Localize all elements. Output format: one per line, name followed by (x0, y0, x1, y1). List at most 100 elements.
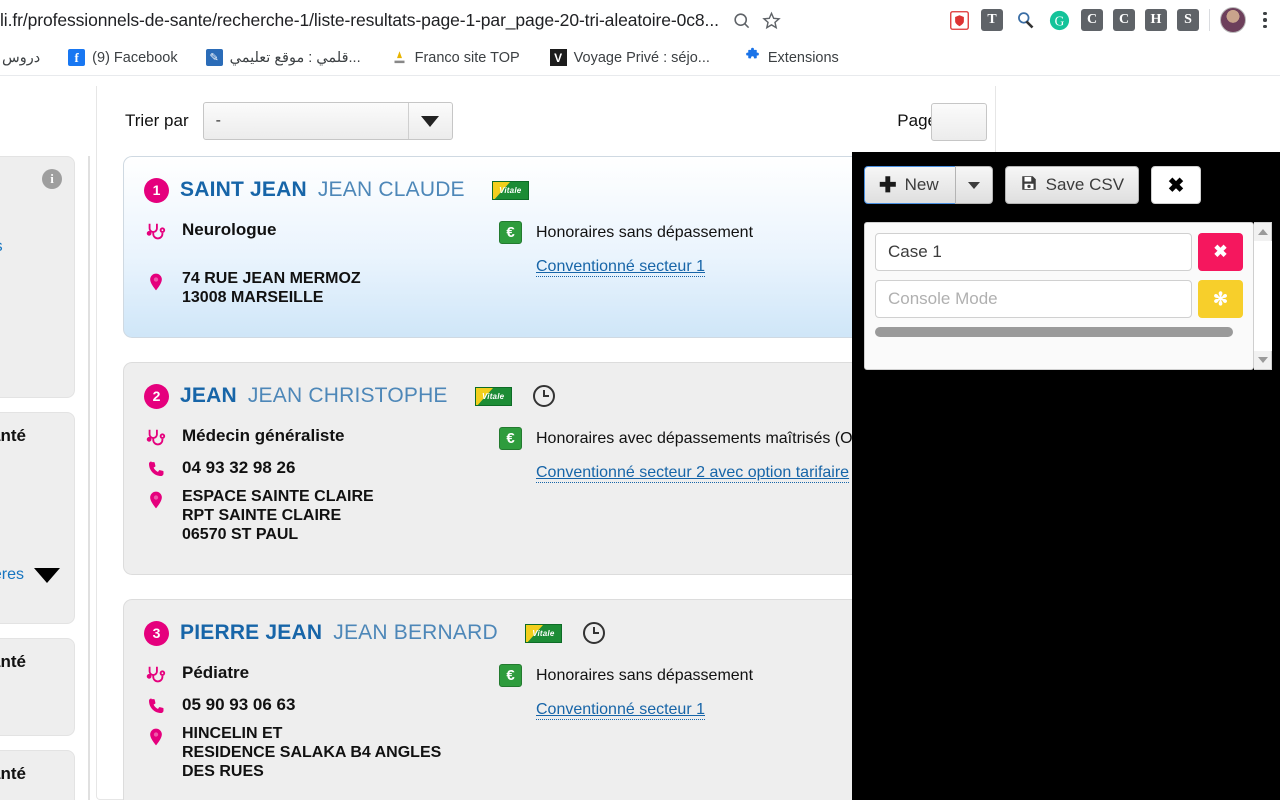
avatar[interactable] (1220, 7, 1246, 33)
scrollbar-track[interactable] (1254, 241, 1272, 351)
doctor-card[interactable]: 2 JEAN JEAN CHRISTOPHE Vitale Médecin gé… (123, 362, 969, 575)
extension-case-list: ✖ ✻ (864, 222, 1254, 370)
doctor-address: 74 RUE JEAN MERMOZ 13008 MARSEILLE (182, 270, 361, 306)
sidebar-card-sante-3[interactable]: Professionnels santé (0, 750, 75, 800)
results-toolbar: Trier par - Page (97, 86, 995, 156)
save-csv-button[interactable]: Save CSV (1004, 166, 1140, 204)
t-extension-icon[interactable]: T (981, 9, 1003, 31)
vitale-badge: Vitale (474, 386, 512, 406)
grammarly-extension-icon[interactable]: G (1047, 8, 1071, 32)
doctor-card[interactable]: 3 PIERRE JEAN JEAN BERNARD Vitale Pédiat… (123, 599, 969, 800)
bookmark-label: Franco site TOP (414, 49, 520, 66)
voyage-favicon: V (549, 49, 567, 66)
case-name-input[interactable] (875, 233, 1192, 271)
scrollbar-up-arrow-icon[interactable] (1254, 223, 1272, 241)
console-mode-input[interactable] (875, 280, 1192, 318)
clock-icon[interactable] (582, 622, 605, 644)
specialty-row: Pédiatre (144, 662, 499, 686)
svg-text:G: G (1054, 13, 1064, 28)
location-pin-icon (144, 269, 168, 293)
extension-icons: T G C C H S (947, 0, 1274, 40)
doctor-specialty: Neurologue (182, 220, 277, 239)
bookmarks-bar: دروس f (9) Facebook ✎ قلمي : موقع تعليمي… (0, 40, 1280, 76)
rank-badge: 3 (144, 620, 169, 646)
doctor-phone[interactable]: 04 93 32 98 26 (182, 457, 295, 479)
doctor-card-left-column: Neurologue 74 RUE JEAN MERMOZ 13008 MARSE… (144, 219, 499, 319)
star-icon[interactable] (757, 5, 787, 35)
doctor-specialty: Médecin généraliste (182, 426, 345, 445)
phone-icon (144, 694, 168, 716)
h-extension-icon[interactable]: H (1145, 9, 1167, 31)
bookmark-label: Extensions (767, 49, 839, 66)
doctor-card-body: Neurologue 74 RUE JEAN MERMOZ 13008 MARSE… (144, 219, 948, 319)
bookmark-item-facebook[interactable]: f (9) Facebook (60, 44, 185, 72)
bookmark-item-qalami[interactable]: ✎ قلمي : موقع تعليمي... (198, 44, 369, 72)
sort-select[interactable]: - (202, 102, 453, 140)
sidebar-card-link[interactable]: (1038) Honoraires maîtrisés (0, 220, 60, 256)
sidebar-card-sante-2[interactable]: Professionnels santé (0, 638, 75, 736)
sidebar-divider (88, 156, 90, 800)
sidebar-card-sante-1[interactable]: Professionnels santé ères (0, 412, 75, 624)
doctor-last-name[interactable]: SAINT JEAN (180, 178, 307, 202)
facebook-favicon: f (68, 49, 86, 66)
euro-icon: € (499, 664, 522, 687)
c2-extension-icon[interactable]: C (1113, 9, 1135, 31)
scrollbar-down-arrow-icon[interactable] (1254, 351, 1272, 369)
doctor-phone[interactable]: 05 90 93 06 63 (182, 694, 295, 716)
gear-settings-button[interactable]: ✻ (1198, 280, 1243, 318)
doctor-sector-link[interactable]: Conventionné secteur 1 (536, 701, 705, 720)
sidebar-card-title: Professionnels santé (0, 426, 27, 445)
shield-extension-icon[interactable] (947, 8, 971, 32)
bookmark-item-extensions[interactable]: Extensions (736, 44, 847, 72)
sidebar-card-filters[interactable]: i Honoraires de médecins (1038) Honorair… (0, 156, 75, 398)
gear-icon: ✻ (1212, 288, 1229, 309)
new-dropdown-button[interactable] (954, 166, 993, 204)
doctor-address: ESPACE SAINTE CLAIRE RPT SAINTE CLAIRE 065… (182, 488, 374, 543)
page-select[interactable] (931, 103, 987, 141)
doctor-last-name[interactable]: JEAN (180, 384, 237, 408)
bookmark-item-franco[interactable]: Franco site TOP (383, 44, 528, 72)
close-panel-button[interactable]: ✖ (1151, 166, 1202, 204)
doctor-card[interactable]: 1 SAINT JEAN JEAN CLAUDE Vitale Neurolog… (123, 156, 969, 338)
caret-down-icon[interactable] (34, 567, 60, 583)
save-icon (1020, 174, 1038, 197)
doctor-first-name[interactable]: JEAN CHRISTOPHE (248, 384, 448, 408)
toolbar-divider (1209, 9, 1210, 31)
progress-bar (875, 327, 1233, 337)
clock-icon[interactable] (532, 385, 555, 407)
s-extension-icon[interactable]: S (1177, 9, 1199, 31)
doctor-sector-link[interactable]: Conventionné secteur 1 (536, 258, 705, 277)
doctor-fees: Honoraires avec dépassements maîtrisés (… (536, 430, 853, 447)
bookmark-label: دروس (2, 49, 41, 66)
stethoscope-icon (144, 425, 168, 449)
doctor-last-name[interactable]: PIERRE JEAN (180, 621, 322, 645)
specialty-row: Neurologue (144, 219, 499, 243)
puzzle-favicon (744, 47, 761, 68)
new-button[interactable]: ✚ New (864, 166, 955, 204)
doctor-first-name[interactable]: JEAN BERNARD (333, 621, 498, 645)
rank-badge: 2 (144, 383, 169, 409)
sidebar: i Honoraires de médecins (1038) Honorair… (0, 156, 75, 800)
rank-badge: 1 (144, 177, 169, 203)
doctor-specialty: Pédiatre (182, 663, 250, 682)
franco-favicon (391, 49, 408, 66)
vitale-badge: Vitale (524, 623, 562, 643)
omnibox-row: li.fr/professionnels-de-sante/recherche-… (0, 0, 1280, 40)
info-icon[interactable]: i (42, 169, 62, 189)
sidebar-card-footer[interactable]: ères (0, 566, 60, 584)
doctor-fees: Honoraires sans dépassement (536, 667, 754, 684)
panel-scrollbar[interactable] (1254, 222, 1272, 370)
url-text[interactable]: li.fr/professionnels-de-sante/recherche-… (0, 10, 719, 31)
bookmark-item-voyage[interactable]: V Voyage Privé : séjo... (542, 44, 718, 72)
bookmark-item-0[interactable]: دروس (0, 44, 48, 72)
c-extension-icon[interactable]: C (1081, 9, 1103, 31)
caret-down-icon (967, 181, 980, 189)
case-row: ✖ (875, 233, 1243, 271)
delete-case-button[interactable]: ✖ (1198, 233, 1243, 271)
search-icon[interactable] (727, 5, 757, 35)
chevron-down-icon[interactable] (407, 103, 452, 139)
chrome-menu-icon[interactable] (1256, 11, 1274, 29)
doctor-first-name[interactable]: JEAN CLAUDE (318, 178, 465, 202)
magnifier-extension-icon[interactable] (1013, 8, 1037, 32)
doctor-sector-link[interactable]: Conventionné secteur 2 avec option tarif… (536, 464, 850, 483)
